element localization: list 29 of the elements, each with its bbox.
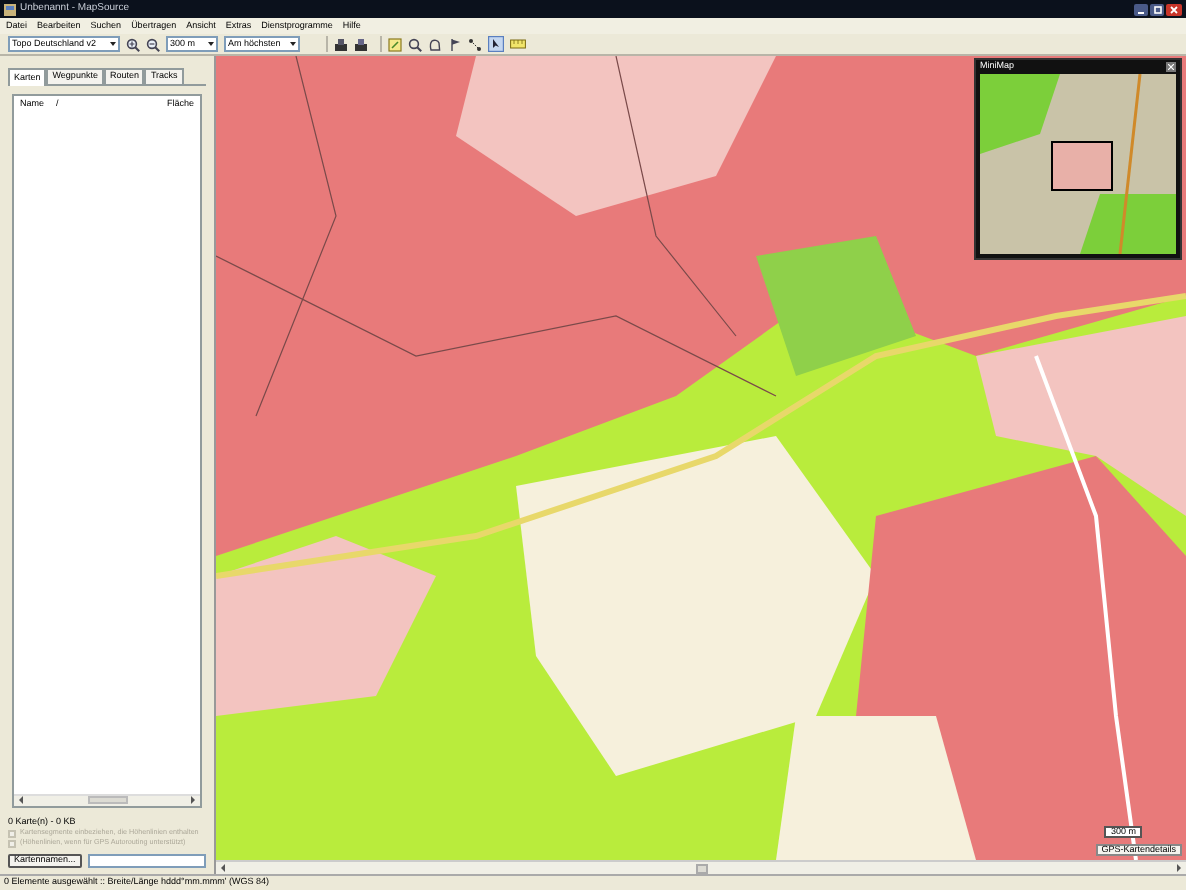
maximize-button[interactable]	[1150, 3, 1164, 15]
flag-icon[interactable]	[448, 37, 462, 51]
scroll-left-icon[interactable]	[18, 796, 24, 804]
dropdown-caret-icon	[208, 42, 214, 46]
receive-icon[interactable]	[334, 37, 348, 51]
route-tool-icon[interactable]	[468, 37, 482, 51]
scroll-left-icon[interactable]	[220, 864, 226, 872]
close-icon	[1168, 64, 1174, 70]
map-select-icon[interactable]	[388, 37, 402, 51]
input-field[interactable]	[87, 854, 206, 868]
zoom-in-icon[interactable]	[126, 37, 140, 51]
close-icon	[1170, 5, 1178, 13]
ruler-icon[interactable]	[510, 38, 526, 50]
minimize-button[interactable]	[1134, 3, 1148, 15]
send-icon[interactable]	[354, 37, 368, 51]
maximize-icon	[1153, 5, 1161, 13]
scrollbar-thumb[interactable]	[695, 863, 707, 873]
close-button[interactable]	[1166, 3, 1182, 15]
dropdown-caret-icon	[110, 42, 116, 46]
horizontal-scrollbar[interactable]	[14, 793, 200, 805]
zoom-tool-icon[interactable]	[408, 37, 422, 51]
dropdown-caret-icon	[290, 42, 296, 46]
scrollbar-thumb[interactable]	[87, 796, 127, 804]
scroll-right-icon[interactable]	[1176, 864, 1182, 872]
horizontal-scrollbar[interactable]	[216, 860, 1186, 874]
zoom-out-icon[interactable]	[146, 37, 160, 51]
app-icon	[4, 3, 16, 15]
scroll-right-icon[interactable]	[190, 796, 196, 804]
pointer-tool-icon[interactable]	[488, 36, 504, 52]
